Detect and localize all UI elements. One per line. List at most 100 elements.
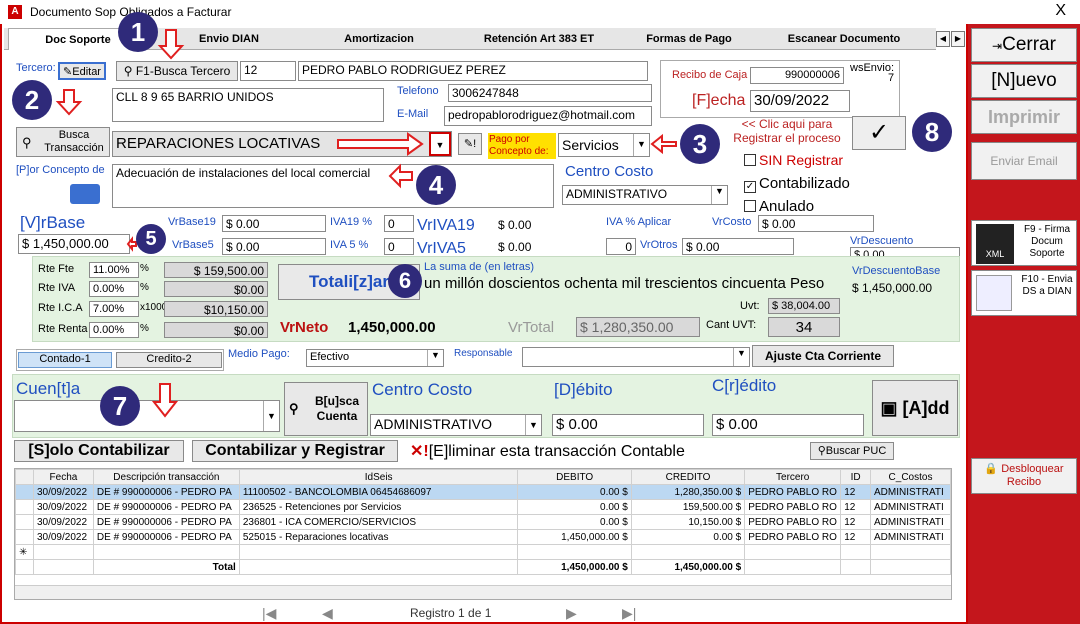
grid-cell[interactable]: 236525 - Retenciones por Servicios bbox=[238, 499, 519, 515]
total-row: Total 1,450,000.00 $1,450,000.00 $ bbox=[15, 559, 952, 575]
row-selector[interactable] bbox=[15, 484, 34, 500]
new-row[interactable]: ✳ bbox=[15, 544, 952, 560]
arrow-down-icon bbox=[157, 29, 185, 60]
desbloquear-label: Desbloquear Recibo bbox=[1001, 463, 1064, 488]
close-icon[interactable]: X bbox=[1055, 2, 1066, 20]
grid-cell[interactable]: 12 bbox=[840, 514, 871, 530]
grid-cell[interactable]: 12 bbox=[840, 484, 871, 500]
exit-icon: ⇥ bbox=[992, 39, 1003, 53]
grid-cell[interactable]: 30/09/2022 bbox=[32, 529, 94, 545]
grid-header[interactable]: ID bbox=[840, 469, 871, 485]
grid-cell[interactable] bbox=[32, 544, 94, 560]
grid-cell[interactable]: 1,450,000.00 $ bbox=[517, 529, 632, 545]
grid-cell[interactable] bbox=[869, 544, 952, 560]
grid-header[interactable]: C_Costos bbox=[869, 469, 952, 485]
grid-cell[interactable]: 525015 - Reparaciones locativas bbox=[238, 529, 519, 545]
grid-cell[interactable]: PEDRO PABLO RO bbox=[744, 484, 842, 500]
row-selector-header bbox=[15, 469, 34, 485]
callout-5: 5 bbox=[136, 224, 166, 254]
transacciones-grid: Fecha Descripción transacción IdSeis DEBITO… bbox=[14, 468, 952, 600]
callout-3: 3 bbox=[680, 124, 720, 164]
grid-cell[interactable]: PEDRO PABLO RO bbox=[744, 499, 842, 515]
last-record-icon[interactable]: ▶| bbox=[622, 605, 636, 622]
grid-cell[interactable] bbox=[238, 544, 519, 560]
grid-header[interactable]: CREDITO bbox=[630, 469, 746, 485]
grid-cell[interactable]: PEDRO PABLO RO bbox=[744, 529, 842, 545]
grid-cell[interactable]: DE # 990000006 - PEDRO PA bbox=[92, 514, 240, 530]
grid-cell[interactable]: 30/09/2022 bbox=[32, 514, 94, 530]
grid-header[interactable]: Tercero bbox=[744, 469, 842, 485]
grid-header[interactable]: Descripción transacción bbox=[92, 469, 240, 485]
grid-cell[interactable]: 0.00 $ bbox=[630, 529, 746, 545]
next-record-icon[interactable]: ▶ bbox=[566, 605, 577, 622]
table-row[interactable]: 30/09/2022 DE # 990000006 - PEDRO PA 23652… bbox=[15, 499, 952, 515]
grid-cell[interactable]: ADMINISTRATI bbox=[869, 514, 952, 530]
row-selector[interactable] bbox=[15, 529, 34, 545]
firma-docum-button[interactable]: XML F9 - Firma Docum Soporte bbox=[971, 220, 1077, 266]
grid-cell[interactable] bbox=[744, 544, 842, 560]
grid-cell bbox=[840, 559, 871, 575]
callout-6: 6 bbox=[388, 264, 422, 298]
prev-record-icon[interactable]: ◀ bbox=[322, 605, 333, 622]
grid-cell[interactable]: 0.00 $ bbox=[517, 514, 632, 530]
grid-cell[interactable]: 0.00 $ bbox=[517, 499, 632, 515]
row-selector[interactable] bbox=[15, 499, 34, 515]
grid-cell[interactable] bbox=[92, 544, 240, 560]
lock-icon: 🔒 bbox=[984, 463, 999, 475]
arrow-left-icon bbox=[388, 163, 413, 189]
callout-4: 4 bbox=[416, 165, 456, 205]
callout-2: 2 bbox=[12, 80, 52, 120]
envia-dian-button[interactable]: F10 - Envia DS a DIAN bbox=[971, 270, 1077, 316]
grid-cell[interactable]: 12 bbox=[840, 499, 871, 515]
grid-cell[interactable]: 30/09/2022 bbox=[32, 499, 94, 515]
enviar-email-button[interactable]: Enviar Email bbox=[971, 142, 1077, 180]
grid-cell bbox=[744, 559, 842, 575]
grid-cell[interactable] bbox=[517, 544, 632, 560]
grid-cell[interactable] bbox=[630, 544, 746, 560]
grid-cell[interactable]: ADMINISTRATI bbox=[869, 484, 952, 500]
arrow-left-icon bbox=[126, 236, 137, 252]
grid-cell[interactable]: 1,280,350.00 $ bbox=[630, 484, 746, 500]
nuevo-button[interactable]: [N]uevo bbox=[971, 64, 1077, 98]
grid-cell[interactable]: 0.00 $ bbox=[517, 484, 632, 500]
grid-cell[interactable]: ADMINISTRATI bbox=[869, 499, 952, 515]
grid-cell[interactable]: DE # 990000006 - PEDRO PA bbox=[92, 529, 240, 545]
arrow-right-icon bbox=[337, 132, 424, 156]
cerrar-label: Cerrar bbox=[1002, 34, 1056, 55]
grid-cell[interactable]: DE # 990000006 - PEDRO PA bbox=[92, 499, 240, 515]
grid-cell[interactable]: 12 bbox=[840, 529, 871, 545]
callout-7: 7 bbox=[100, 386, 140, 426]
grid-header[interactable]: IdSeis bbox=[238, 469, 519, 485]
row-selector bbox=[15, 559, 34, 575]
document-icon bbox=[976, 275, 1012, 311]
desbloquear-button[interactable]: 🔒 Desbloquear Recibo bbox=[971, 458, 1077, 494]
grid-cell[interactable]: ADMINISTRATI bbox=[869, 529, 952, 545]
grid-cell bbox=[869, 559, 952, 575]
grid-header[interactable]: DEBITO bbox=[517, 469, 632, 485]
horizontal-scrollbar[interactable] bbox=[15, 585, 951, 599]
xml-icon: XML bbox=[976, 224, 1014, 264]
first-record-icon[interactable]: |◀ bbox=[262, 605, 276, 622]
grid-cell[interactable]: 236801 - ICA COMERCIO/SERVICIOS bbox=[238, 514, 519, 530]
callout-1: 1 bbox=[118, 12, 158, 52]
arrow-down-icon bbox=[151, 383, 179, 418]
table-row[interactable]: 30/09/2022 DE # 990000006 - PEDRO PA 23680… bbox=[15, 514, 952, 530]
registro-label: Registro 1 de 1 bbox=[410, 606, 492, 620]
new-row-icon: ✳ bbox=[15, 544, 34, 560]
grid-cell[interactable]: 11100502 - BANCOLOMBIA 06454686097 bbox=[238, 484, 519, 500]
arrow-left-icon bbox=[650, 133, 677, 155]
imprimir-button[interactable]: Imprimir bbox=[971, 100, 1077, 134]
table-row[interactable]: 30/09/2022 DE # 990000006 - PEDRO PA 52501… bbox=[15, 529, 952, 545]
grid-header[interactable]: Fecha bbox=[32, 469, 94, 485]
grid-cell[interactable]: 10,150.00 $ bbox=[630, 514, 746, 530]
sidebar: ⇥Cerrar [N]uevo Imprimir Enviar Email XM… bbox=[968, 24, 1080, 624]
total-label: Total bbox=[92, 559, 240, 575]
grid-cell[interactable]: 30/09/2022 bbox=[32, 484, 94, 500]
table-row[interactable]: 30/09/2022 DE # 990000006 - PEDRO PA 11100… bbox=[15, 484, 952, 500]
grid-cell[interactable]: 159,500.00 $ bbox=[630, 499, 746, 515]
cerrar-button[interactable]: ⇥Cerrar bbox=[971, 28, 1077, 62]
grid-cell[interactable]: PEDRO PABLO RO bbox=[744, 514, 842, 530]
grid-cell[interactable]: DE # 990000006 - PEDRO PA bbox=[92, 484, 240, 500]
row-selector[interactable] bbox=[15, 514, 34, 530]
grid-cell[interactable] bbox=[840, 544, 871, 560]
